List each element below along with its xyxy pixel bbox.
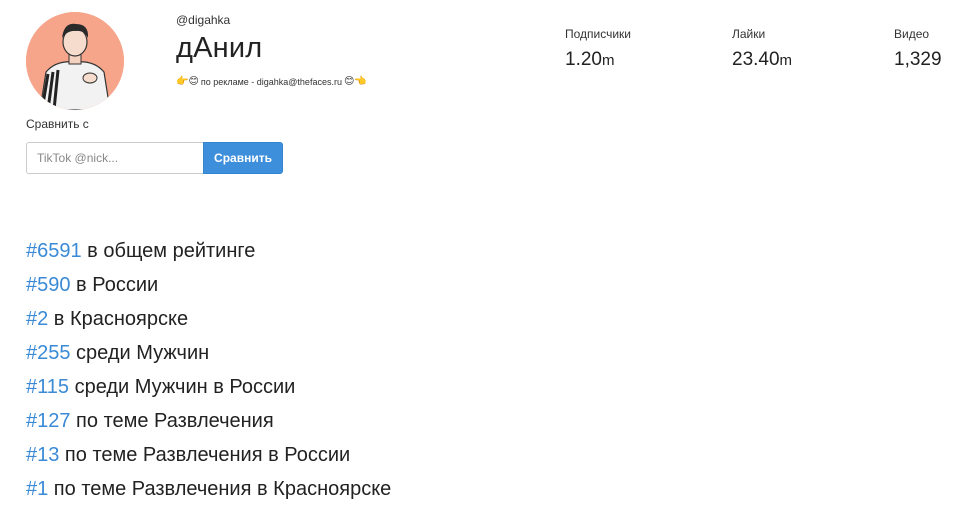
compare-input[interactable] bbox=[26, 142, 203, 174]
stat-value: 1,329 bbox=[894, 49, 942, 70]
profile-name: дАнил bbox=[176, 32, 263, 64]
rank-number[interactable]: #590 bbox=[26, 274, 71, 296]
profile-bio: 👉😊 по рекламе - digahka@thefaces.ru 😊👈 bbox=[176, 76, 367, 88]
profile-handle: @digahka bbox=[176, 13, 231, 27]
stat-label: Лайки bbox=[732, 27, 766, 41]
rank-item: #1 по теме Развлечения в Красноярске bbox=[26, 476, 391, 510]
stat-value: 1.20m bbox=[565, 49, 615, 70]
profile-bio-text: по рекламе - digahka@thefaces.ru bbox=[200, 77, 342, 87]
stat-videos: Видео 1,329 bbox=[894, 27, 942, 71]
rank-number[interactable]: #127 bbox=[26, 410, 71, 432]
rank-list: #6591 в общем рейтинге #590 в России #2 … bbox=[26, 238, 391, 510]
rank-item: #115 среди Мужчин в России bbox=[26, 374, 391, 408]
compare-label: Сравнить с bbox=[26, 117, 89, 131]
rank-number[interactable]: #255 bbox=[26, 342, 71, 364]
rank-text: в Красноярске bbox=[48, 308, 189, 330]
stat-value: 23.40m bbox=[732, 49, 793, 70]
rank-text: среди Мужчин в России bbox=[69, 376, 296, 398]
compare-button[interactable]: Сравнить bbox=[203, 142, 283, 174]
rank-item: #6591 в общем рейтинге bbox=[26, 238, 391, 272]
rank-number[interactable]: #1 bbox=[26, 478, 48, 500]
stat-label: Подписчики bbox=[565, 27, 632, 41]
avatar bbox=[26, 12, 124, 110]
stat-label: Видео bbox=[894, 27, 930, 41]
rank-text: в общем рейтинге bbox=[81, 240, 256, 262]
rank-item: #2 в Красноярске bbox=[26, 306, 391, 340]
rank-number[interactable]: #6591 bbox=[26, 240, 82, 262]
rank-text: по теме Развлечения в Красноярске bbox=[48, 478, 392, 500]
rank-text: по теме Развлечения bbox=[70, 410, 274, 432]
rank-item: #13 по теме Развлечения в России bbox=[26, 442, 391, 476]
smile-pointing-emoji-icon: 😊👈 bbox=[343, 76, 367, 87]
rank-item: #255 среди Мужчин bbox=[26, 340, 391, 374]
rank-number[interactable]: #115 bbox=[26, 376, 69, 398]
stat-followers: Подписчики 1.20m bbox=[565, 27, 631, 71]
pointing-smile-emoji-icon: 👉😊 bbox=[176, 76, 199, 87]
rank-text: в России bbox=[70, 274, 159, 296]
rank-item: #127 по теме Развлечения bbox=[26, 408, 391, 442]
rank-text: по теме Развлечения в России bbox=[59, 444, 351, 466]
rank-number[interactable]: #13 bbox=[26, 444, 59, 466]
avatar-illustration bbox=[26, 12, 124, 110]
rank-number[interactable]: #2 bbox=[26, 308, 48, 330]
rank-text: среди Мужчин bbox=[70, 342, 210, 364]
rank-item: #590 в России bbox=[26, 272, 391, 306]
stat-likes: Лайки 23.40m bbox=[732, 27, 792, 71]
